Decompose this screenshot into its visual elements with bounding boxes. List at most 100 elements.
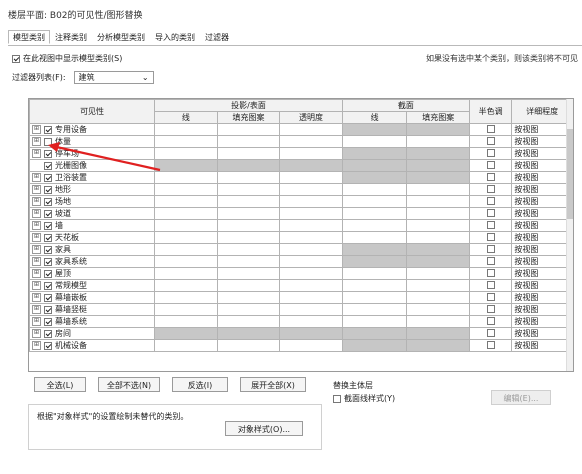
halftone-checkbox[interactable] xyxy=(486,316,495,325)
cut-patterns-cell[interactable] xyxy=(406,339,470,352)
table-row[interactable]: ⊞ 坡道 按视图 xyxy=(29,207,573,220)
table-row[interactable]: ⊞ 房间 按视图 xyxy=(29,327,573,340)
visibility-checkbox[interactable] xyxy=(44,317,52,326)
halftone-checkbox[interactable] xyxy=(486,304,495,313)
visibility-checkbox[interactable] xyxy=(44,173,52,182)
table-row[interactable]: ⊞ 家具系统 按视图 xyxy=(29,255,573,268)
halftone-checkbox[interactable] xyxy=(486,172,495,181)
cut-patterns-cell[interactable] xyxy=(406,219,470,232)
tab-filters[interactable]: 过滤器 xyxy=(200,30,234,44)
detail-level-cell[interactable]: 按视图 xyxy=(511,243,573,256)
detail-level-cell[interactable]: 按视图 xyxy=(511,315,573,328)
object-styles-button[interactable]: 对象样式(O)... xyxy=(225,421,303,436)
proj-transparency-cell[interactable] xyxy=(279,255,343,268)
visibility-checkbox[interactable] xyxy=(44,209,52,218)
cut-patterns-cell[interactable] xyxy=(406,279,470,292)
proj-lines-cell[interactable] xyxy=(154,267,218,280)
cut-lines-cell[interactable] xyxy=(341,243,408,256)
visibility-checkbox[interactable] xyxy=(44,137,52,146)
cut-lines-cell[interactable] xyxy=(341,279,408,292)
cut-lines-cell[interactable] xyxy=(341,339,408,352)
proj-lines-cell[interactable] xyxy=(154,171,218,184)
cut-patterns-cell[interactable] xyxy=(406,135,470,148)
cut-patterns-cell[interactable] xyxy=(406,243,470,256)
proj-patterns-cell[interactable] xyxy=(216,255,281,268)
table-row[interactable]: ⊞ 体量 按视图 xyxy=(29,135,573,148)
proj-transparency-cell[interactable] xyxy=(279,315,343,328)
visibility-checkbox[interactable] xyxy=(44,305,52,314)
tab-model-categories[interactable]: 模型类别 xyxy=(8,30,50,44)
expand-all-button[interactable]: 展开全部(X) xyxy=(240,377,306,392)
expand-icon[interactable]: ⊞ xyxy=(32,341,41,350)
cut-lines-cell[interactable] xyxy=(341,135,408,148)
proj-patterns-cell[interactable] xyxy=(216,159,281,172)
halftone-checkbox[interactable] xyxy=(486,124,495,133)
visibility-checkbox[interactable] xyxy=(44,293,52,302)
halftone-checkbox[interactable] xyxy=(486,280,495,289)
table-row[interactable]: ⊞ 专用设备 按视图 xyxy=(29,123,573,136)
detail-level-cell[interactable]: 按视图 xyxy=(511,195,573,208)
expand-icon[interactable]: ⊞ xyxy=(32,197,41,206)
proj-patterns-cell[interactable] xyxy=(216,267,281,280)
proj-lines-cell[interactable] xyxy=(154,195,218,208)
filter-list-select[interactable]: 建筑 ⌄ xyxy=(73,71,154,84)
cut-lines-cell[interactable] xyxy=(341,303,408,316)
expand-icon[interactable]: ⊞ xyxy=(32,149,41,158)
table-row[interactable]: ⊞ 场地 按视图 xyxy=(29,195,573,208)
proj-patterns-cell[interactable] xyxy=(216,183,281,196)
detail-level-cell[interactable]: 按视图 xyxy=(511,255,573,268)
proj-lines-cell[interactable] xyxy=(154,291,218,304)
proj-patterns-cell[interactable] xyxy=(216,231,281,244)
proj-transparency-cell[interactable] xyxy=(279,219,343,232)
tab-annotation-categories[interactable]: 注释类别 xyxy=(50,30,92,44)
cut-lines-cell[interactable] xyxy=(341,291,408,304)
halftone-checkbox[interactable] xyxy=(486,136,495,145)
cut-patterns-cell[interactable] xyxy=(406,231,470,244)
cut-lines-cell[interactable] xyxy=(341,123,408,136)
expand-icon[interactable]: ⊞ xyxy=(32,233,41,242)
cut-lines-cell[interactable] xyxy=(341,267,408,280)
halftone-checkbox[interactable] xyxy=(486,340,495,349)
expand-icon[interactable]: ⊞ xyxy=(32,293,41,302)
halftone-checkbox[interactable] xyxy=(486,256,495,265)
expand-icon[interactable]: ⊞ xyxy=(32,317,41,326)
proj-transparency-cell[interactable] xyxy=(279,291,343,304)
proj-transparency-cell[interactable] xyxy=(279,327,343,340)
detail-level-cell[interactable]: 按视图 xyxy=(511,207,573,220)
proj-patterns-cell[interactable] xyxy=(216,123,281,136)
expand-icon[interactable]: ⊞ xyxy=(32,125,41,134)
cut-lines-cell[interactable] xyxy=(341,327,408,340)
proj-lines-cell[interactable] xyxy=(154,279,218,292)
proj-lines-cell[interactable] xyxy=(154,231,218,244)
cut-patterns-cell[interactable] xyxy=(406,183,470,196)
detail-level-cell[interactable]: 按视图 xyxy=(511,159,573,172)
proj-patterns-cell[interactable] xyxy=(216,303,281,316)
detail-level-cell[interactable]: 按视图 xyxy=(511,219,573,232)
visibility-checkbox[interactable] xyxy=(44,269,52,278)
proj-lines-cell[interactable] xyxy=(154,255,218,268)
table-row[interactable]: 光栅图像 按视图 xyxy=(29,159,573,172)
proj-transparency-cell[interactable] xyxy=(279,267,343,280)
detail-level-cell[interactable]: 按视图 xyxy=(511,183,573,196)
visibility-checkbox[interactable] xyxy=(44,221,52,230)
edit-button[interactable]: 编辑(E)... xyxy=(491,390,551,405)
table-row[interactable]: ⊞ 停车场 按视图 xyxy=(29,147,573,160)
table-row[interactable]: ⊞ 墙按视图 xyxy=(29,219,573,232)
visibility-checkbox[interactable] xyxy=(44,233,52,242)
proj-lines-cell[interactable] xyxy=(154,123,218,136)
detail-level-cell[interactable]: 按视图 xyxy=(511,231,573,244)
proj-transparency-cell[interactable] xyxy=(279,339,343,352)
table-row[interactable]: ⊞ 幕墙竖梃 按视图 xyxy=(29,303,573,316)
proj-transparency-cell[interactable] xyxy=(279,279,343,292)
proj-patterns-cell[interactable] xyxy=(216,171,281,184)
detail-level-cell[interactable]: 按视图 xyxy=(511,135,573,148)
cut-lines-cell[interactable] xyxy=(341,231,408,244)
halftone-checkbox[interactable] xyxy=(486,268,495,277)
cut-patterns-cell[interactable] xyxy=(406,147,470,160)
proj-lines-cell[interactable] xyxy=(154,207,218,220)
tab-imported-categories[interactable]: 导入的类别 xyxy=(150,30,200,44)
detail-level-cell[interactable]: 按视图 xyxy=(511,267,573,280)
proj-lines-cell[interactable] xyxy=(154,147,218,160)
select-all-button[interactable]: 全选(L) xyxy=(34,377,86,392)
cut-lines-cell[interactable] xyxy=(341,207,408,220)
